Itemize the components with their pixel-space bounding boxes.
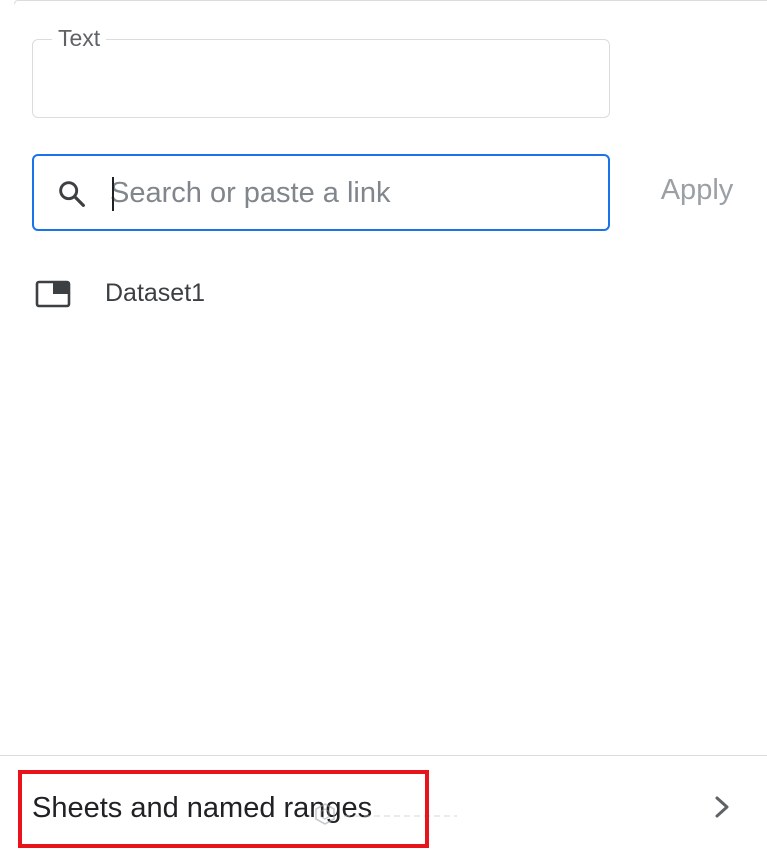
list-item-dataset1[interactable]: Dataset1 [0,268,767,320]
text-caret [112,177,114,211]
sheets-and-named-ranges-label: Sheets and named ranges [32,792,373,824]
dataset-label: Dataset1 [105,279,206,307]
sheets-and-named-ranges-button[interactable]: Sheets and named ranges [0,756,767,854]
search-box[interactable] [32,154,610,231]
search-icon [59,181,85,207]
search-input[interactable] [110,168,590,218]
chevron-right-icon [715,796,729,818]
panel-top-edge [14,0,767,4]
text-field[interactable] [32,39,610,118]
table-icon [35,280,71,308]
text-field-label: Text [52,24,107,52]
apply-button[interactable]: Apply [642,164,752,216]
range-picker-panel: Text Apply Dataset1 Sheets and named ran… [0,0,767,854]
